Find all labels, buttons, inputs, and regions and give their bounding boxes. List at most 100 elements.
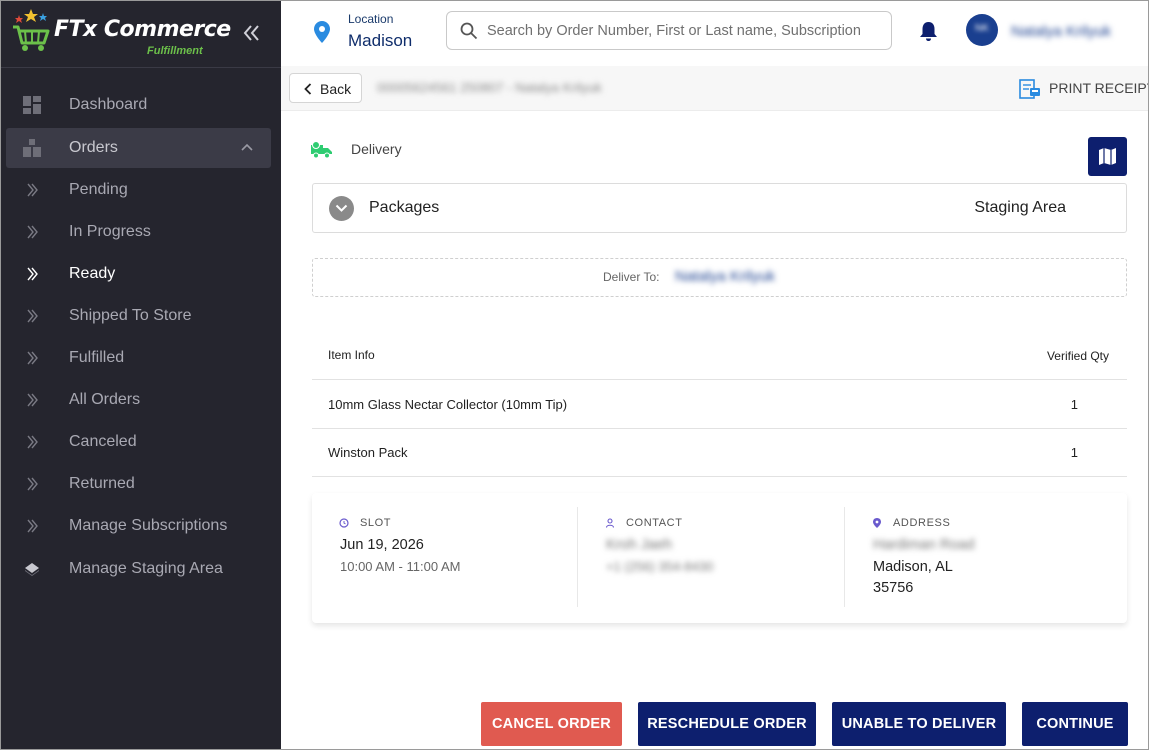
sidebar-item-in-progress[interactable]: In Progress bbox=[1, 212, 281, 252]
column-header-verified-qty: Verified Qty bbox=[1046, 349, 1109, 363]
sidebar-item-manage-subscriptions[interactable]: Manage Subscriptions bbox=[1, 506, 281, 546]
back-button[interactable]: Back bbox=[289, 73, 362, 103]
clock-icon bbox=[339, 518, 349, 528]
sidebar-item-label: All Orders bbox=[69, 391, 141, 408]
order-reference: 00005624561 250807 - Natalya Krilyuk bbox=[377, 80, 602, 95]
sidebar-item-label: Canceled bbox=[69, 433, 137, 450]
sidebar-item-label: In Progress bbox=[69, 223, 151, 240]
sidebar-item-shipped-to-store[interactable]: Shipped To Store bbox=[1, 296, 281, 336]
location-selector[interactable]: Madison bbox=[348, 31, 412, 51]
chevron-right-icon bbox=[27, 519, 38, 533]
diamond-icon bbox=[25, 563, 39, 576]
sidebar-item-label: Manage Staging Area bbox=[69, 560, 223, 577]
sidebar-item-all-orders[interactable]: All Orders bbox=[1, 380, 281, 420]
contact-label: CONTACT bbox=[626, 517, 683, 529]
address-line1: Hardiman Road bbox=[873, 537, 975, 553]
search-input[interactable] bbox=[487, 20, 885, 42]
sidebar-item-canceled[interactable]: Canceled bbox=[1, 422, 281, 462]
deliver-to-box: Deliver To: Natalya Krilyuk bbox=[312, 258, 1127, 297]
location-pin-icon bbox=[873, 518, 881, 528]
sidebar-item-label: Fulfilled bbox=[69, 349, 125, 366]
sidebar-item-returned[interactable]: Returned bbox=[1, 464, 281, 504]
back-label: Back bbox=[320, 81, 352, 97]
chevron-up-icon bbox=[241, 143, 253, 151]
chevron-right-icon bbox=[27, 393, 38, 407]
avatar[interactable]: NK bbox=[966, 14, 998, 46]
chevron-right-icon bbox=[27, 477, 38, 491]
slot-date: Jun 19, 2026 bbox=[340, 537, 424, 553]
sidebar-item-label: Dashboard bbox=[69, 96, 148, 113]
sidebar-item-manage-staging-area[interactable]: Manage Staging Area bbox=[1, 549, 281, 589]
item-qty: 1 bbox=[1070, 445, 1078, 460]
person-icon bbox=[605, 518, 615, 528]
sidebar-item-label: Shipped To Store bbox=[69, 307, 192, 324]
chevron-down-icon bbox=[335, 204, 348, 212]
logo-subtitle: Fulfillment bbox=[147, 45, 203, 57]
sidebar-item-fulfilled[interactable]: Fulfilled bbox=[1, 338, 281, 378]
sidebar-item-label: Orders bbox=[69, 139, 118, 156]
collapse-sidebar-icon[interactable] bbox=[241, 23, 263, 43]
order-header: Back 00005624561 250807 - Natalya Krilyu… bbox=[281, 66, 1149, 111]
column-header-item-info: Item Info bbox=[328, 348, 375, 362]
fulfillment-type: Delivery bbox=[351, 141, 402, 157]
print-receipt-label: PRINT RECEIPT bbox=[1049, 80, 1149, 96]
continue-button[interactable]: CONTINUE bbox=[1022, 702, 1128, 746]
contact-name: Kroh Jaeh bbox=[606, 537, 673, 553]
search-box bbox=[446, 11, 892, 50]
expand-toggle[interactable] bbox=[329, 196, 354, 221]
item-name: 10mm Glass Nectar Collector (10mm Tip) bbox=[328, 397, 568, 412]
app-window: FTx Commerce Fulfillment Dashboard Order… bbox=[0, 0, 1149, 750]
contact-phone: +1 (256) 354-8430 bbox=[606, 559, 714, 574]
user-name[interactable]: Natalya Krilyuk bbox=[1011, 23, 1111, 40]
order-detail: Delivery Packages Staging Area Deliver T… bbox=[281, 111, 1148, 749]
chevron-right-icon bbox=[27, 267, 38, 281]
sidebar-item-pending[interactable]: Pending bbox=[1, 170, 281, 210]
contact-section: CONTACT Kroh Jaeh +1 (256) 354-8430 bbox=[578, 507, 844, 607]
chevron-right-icon bbox=[27, 309, 38, 323]
chevron-right-icon bbox=[27, 351, 38, 365]
map-icon bbox=[1099, 148, 1116, 165]
sidebar: FTx Commerce Fulfillment Dashboard Order… bbox=[1, 1, 281, 749]
chevron-right-icon bbox=[27, 435, 38, 449]
orders-icon bbox=[23, 139, 41, 157]
item-qty: 1 bbox=[1070, 397, 1078, 412]
packages-accordion[interactable]: Packages Staging Area bbox=[312, 183, 1127, 233]
reschedule-order-button[interactable]: RESCHEDULE ORDER bbox=[638, 702, 816, 746]
chevron-left-icon bbox=[304, 83, 312, 95]
unable-to-deliver-button[interactable]: UNABLE TO DELIVER bbox=[832, 702, 1006, 746]
bell-icon[interactable] bbox=[919, 21, 938, 42]
deliver-to-label: Deliver To: bbox=[603, 270, 660, 284]
slot-label: SLOT bbox=[360, 517, 392, 529]
search-icon bbox=[460, 22, 478, 40]
receipt-icon bbox=[1019, 79, 1040, 99]
map-button[interactable] bbox=[1088, 137, 1127, 176]
sidebar-item-ready[interactable]: Ready bbox=[1, 254, 281, 294]
location-pin-icon bbox=[314, 21, 330, 43]
app-logo[interactable]: FTx Commerce Fulfillment bbox=[11, 3, 231, 63]
slot-time: 10:00 AM - 11:00 AM bbox=[340, 559, 461, 574]
print-receipt-button[interactable]: PRINT RECEIPT bbox=[1019, 78, 1149, 100]
address-section: ADDRESS Hardiman Road Madison, AL 35756 bbox=[845, 507, 1127, 607]
cancel-order-button[interactable]: CANCEL ORDER bbox=[481, 702, 622, 746]
sidebar-item-dashboard[interactable]: Dashboard bbox=[1, 85, 281, 125]
sidebar-item-orders[interactable]: Orders bbox=[6, 128, 271, 168]
sidebar-item-label: Pending bbox=[69, 181, 128, 198]
cart-logo-icon bbox=[13, 9, 50, 51]
staging-area-label: Staging Area bbox=[974, 199, 1066, 216]
delivery-truck-icon bbox=[311, 141, 332, 159]
sidebar-item-label: Ready bbox=[69, 265, 116, 282]
sidebar-divider bbox=[1, 67, 281, 68]
sidebar-item-label: Returned bbox=[69, 475, 135, 492]
delivery-info-card: SLOT Jun 19, 2026 10:00 AM - 11:00 AM CO… bbox=[312, 493, 1127, 623]
packages-label: Packages bbox=[369, 199, 440, 216]
avatar-initials: NK bbox=[975, 23, 989, 34]
sidebar-item-label: Manage Subscriptions bbox=[69, 517, 228, 534]
table-row: 10mm Glass Nectar Collector (10mm Tip) 1 bbox=[312, 381, 1127, 429]
location-label: Location bbox=[348, 12, 394, 26]
address-label: ADDRESS bbox=[893, 517, 951, 529]
table-row: Winston Pack 1 bbox=[312, 429, 1127, 477]
chevron-right-icon bbox=[27, 225, 38, 239]
slot-section: SLOT Jun 19, 2026 10:00 AM - 11:00 AM bbox=[312, 507, 577, 607]
address-line3: 35756 bbox=[873, 580, 914, 596]
logo-text: FTx Commerce bbox=[54, 17, 231, 42]
